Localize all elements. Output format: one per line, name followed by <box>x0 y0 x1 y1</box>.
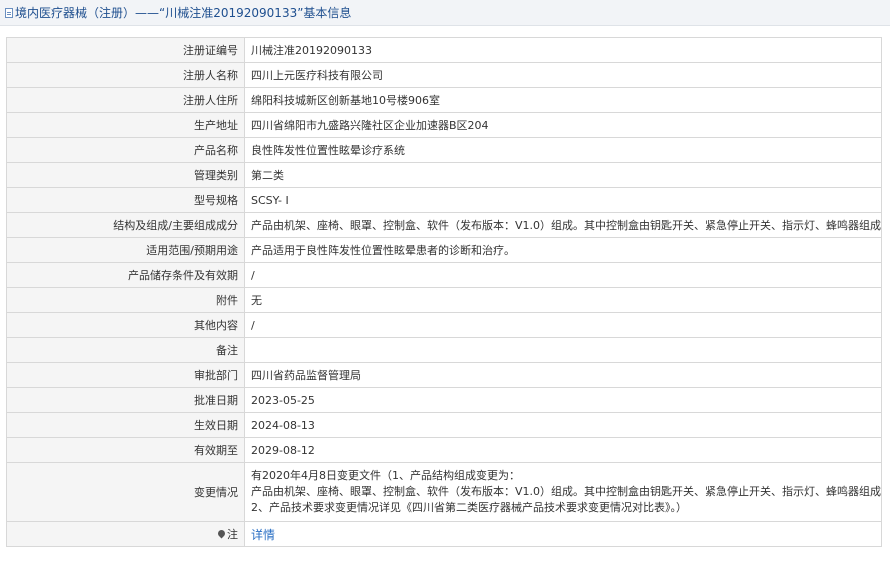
row-label: 适用范围/预期用途 <box>6 237 245 263</box>
row-label: 注册人住所 <box>6 87 245 113</box>
row-label: 结构及组成/主要组成成分 <box>6 212 245 238</box>
row-value: 四川上元医疗科技有限公司 <box>244 62 882 88</box>
table-row: 注册人名称 四川上元医疗科技有限公司 <box>6 62 882 88</box>
pin-icon <box>216 528 227 539</box>
table-row-change: 变更情况 有2020年4月8日变更文件（1、产品结构组成变更为： 产品由机架、座椅… <box>6 462 882 522</box>
row-label: 注册人名称 <box>6 62 245 88</box>
row-value: 2029-08-12 <box>244 437 882 463</box>
info-table: 注册证编号 川械注准20192090133 注册人名称 四川上元医疗科技有限公司… <box>6 37 882 547</box>
table-row: 产品储存条件及有效期 / <box>6 262 882 288</box>
row-value: / <box>244 312 882 338</box>
table-row: 备注 <box>6 337 882 363</box>
row-value: 川械注准20192090133 <box>244 37 882 63</box>
note-value: 详情 <box>244 521 882 547</box>
row-label: 注册证编号 <box>6 37 245 63</box>
change-line-1: 有2020年4月8日变更文件（1、产品结构组成变更为： <box>251 469 520 482</box>
table-row: 批准日期 2023-05-25 <box>6 387 882 413</box>
header-title: “川械注准20192090133”基本信息 <box>159 6 352 20</box>
row-label: 附件 <box>6 287 245 313</box>
row-value: / <box>244 262 882 288</box>
row-value: 无 <box>244 287 882 313</box>
row-value: 产品由机架、座椅、眼罩、控制盒、软件（发布版本：V1.0）组成。其中控制盒由钥匙… <box>244 212 882 238</box>
header-prefix: 境内医疗器械（注册）—— <box>15 6 160 20</box>
row-value: 四川省绵阳市九盛路兴隆社区企业加速器B区204 <box>244 112 882 138</box>
row-value: SCSY- I <box>244 187 882 213</box>
table-row: 结构及组成/主要组成成分 产品由机架、座椅、眼罩、控制盒、软件（发布版本：V1.… <box>6 212 882 238</box>
row-label: 产品储存条件及有效期 <box>6 262 245 288</box>
table-row: 适用范围/预期用途 产品适用于良性阵发性位置性眩晕患者的诊断和治疗。 <box>6 237 882 263</box>
row-label: 产品名称 <box>6 137 245 163</box>
table-row: 产品名称 良性阵发性位置性眩晕诊疗系统 <box>6 137 882 163</box>
details-link[interactable]: 详情 <box>251 528 275 542</box>
note-label: 注 <box>227 528 238 541</box>
row-value: 绵阳科技城新区创新基地10号楼906室 <box>244 87 882 113</box>
row-value <box>244 337 882 363</box>
table-row: 附件 无 <box>6 287 882 313</box>
change-label: 变更情况 <box>6 462 245 522</box>
table-row: 审批部门 四川省药品监督管理局 <box>6 362 882 388</box>
row-value: 产品适用于良性阵发性位置性眩晕患者的诊断和治疗。 <box>244 237 882 263</box>
table-row: 生产地址 四川省绵阳市九盛路兴隆社区企业加速器B区204 <box>6 112 882 138</box>
row-label: 生效日期 <box>6 412 245 438</box>
row-label: 批准日期 <box>6 387 245 413</box>
row-value: 第二类 <box>244 162 882 188</box>
table-row: 生效日期 2024-08-13 <box>6 412 882 438</box>
document-icon <box>5 7 13 18</box>
row-label: 审批部门 <box>6 362 245 388</box>
row-value: 2024-08-13 <box>244 412 882 438</box>
table-row: 有效期至 2029-08-12 <box>6 437 882 463</box>
table-row: 注册证编号 川械注准20192090133 <box>6 37 882 63</box>
page-header: 境内医疗器械（注册）—— “川械注准20192090133”基本信息 <box>0 0 890 26</box>
row-label: 有效期至 <box>6 437 245 463</box>
change-line-3: 2、产品技术要求变更情况详见《四川省第二类医疗器械产品技术要求变更情况对比表》。… <box>251 501 687 514</box>
row-value: 2023-05-25 <box>244 387 882 413</box>
row-label: 管理类别 <box>6 162 245 188</box>
change-value: 有2020年4月8日变更文件（1、产品结构组成变更为： 产品由机架、座椅、眼罩、控… <box>244 462 882 522</box>
row-label: 备注 <box>6 337 245 363</box>
row-value: 良性阵发性位置性眩晕诊疗系统 <box>244 137 882 163</box>
row-label: 生产地址 <box>6 112 245 138</box>
table-row: 型号规格 SCSY- I <box>6 187 882 213</box>
table-row: 注册人住所 绵阳科技城新区创新基地10号楼906室 <box>6 87 882 113</box>
row-value: 四川省药品监督管理局 <box>244 362 882 388</box>
note-label-cell: 注 <box>6 521 245 547</box>
table-row: 管理类别 第二类 <box>6 162 882 188</box>
table-row: 其他内容 / <box>6 312 882 338</box>
row-label: 其他内容 <box>6 312 245 338</box>
row-label: 型号规格 <box>6 187 245 213</box>
change-line-2: 产品由机架、座椅、眼罩、控制盒、软件（发布版本：V1.0）组成。其中控制盒由钥匙… <box>251 485 882 498</box>
table-row-note: 注 详情 <box>6 521 882 547</box>
